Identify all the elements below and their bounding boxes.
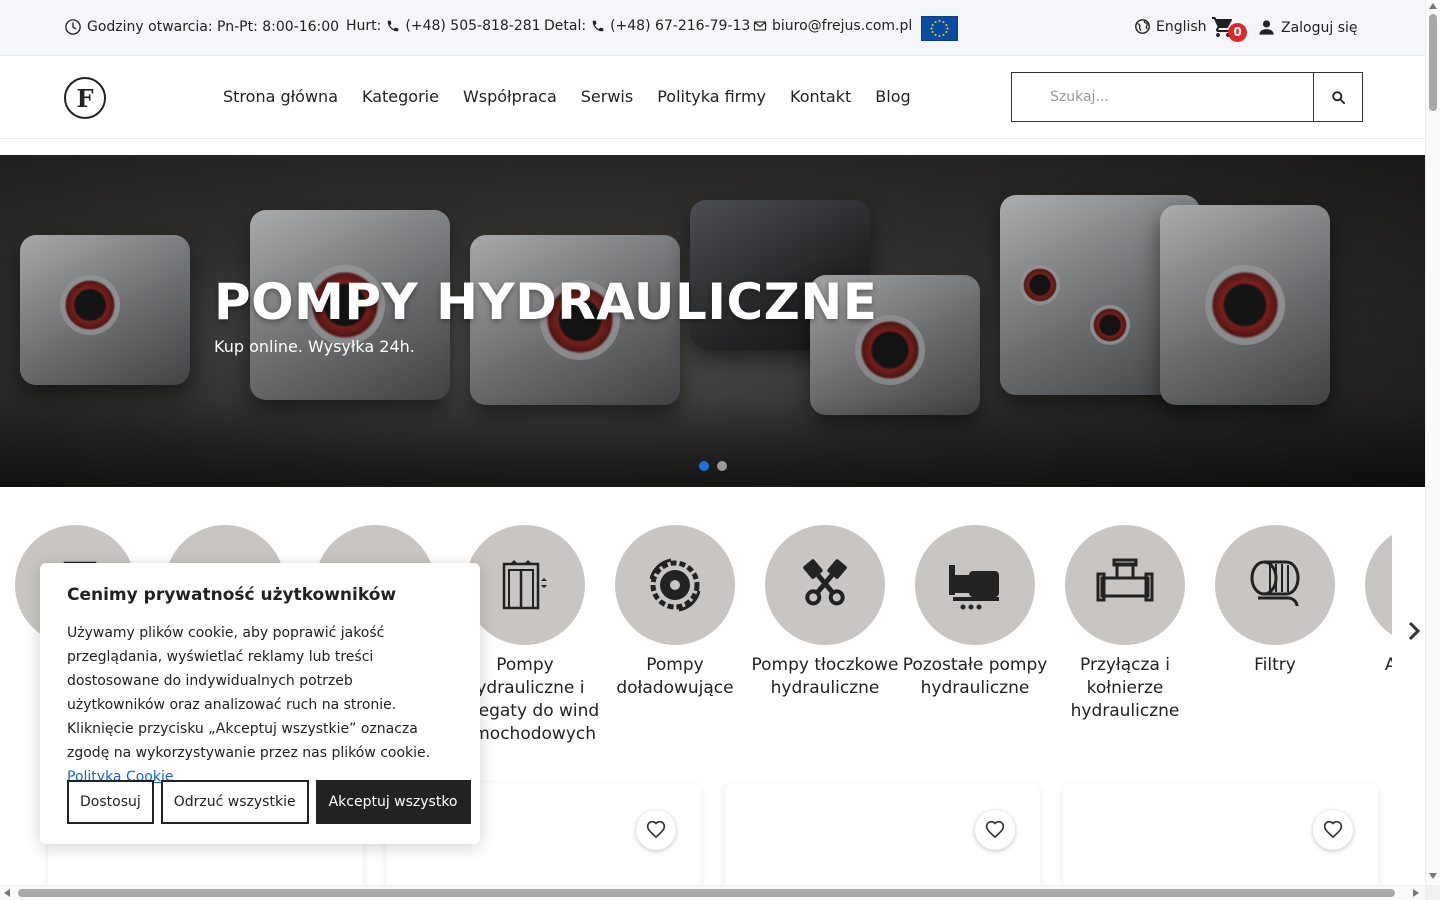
- retail-contact[interactable]: Detal: (+48) 67-216-79-13: [544, 18, 750, 34]
- product-card[interactable]: [1063, 783, 1378, 900]
- phone-icon: [592, 20, 604, 32]
- opening-hours: Godziny otwarcia: Pn-Pt: 8:00-16:00: [64, 18, 339, 36]
- nav-contact[interactable]: Kontakt: [790, 87, 851, 106]
- category-label: Filtry: [1254, 655, 1296, 675]
- pistons-icon: [803, 559, 847, 606]
- email-link[interactable]: biuro@frejus.com.pl: [753, 18, 912, 34]
- nav-company-policy[interactable]: Polityka firmy: [657, 87, 766, 106]
- wholesale-contact[interactable]: Hurt: (+48) 505-818-281: [346, 18, 541, 34]
- category-item[interactable]: Pozostałe pompy hydrauliczne: [900, 525, 1050, 700]
- heart-icon: [985, 820, 1005, 839]
- search-icon: [1331, 90, 1345, 104]
- search-input[interactable]: [1012, 73, 1313, 121]
- category-item[interactable]: Przyłącza i kołnierze hydrauliczne: [1050, 525, 1200, 723]
- scroll-left-arrow-icon[interactable]: [4, 889, 10, 897]
- cookie-text: Używamy plików cookie, aby poprawić jako…: [67, 621, 453, 789]
- motor-pump-icon: [949, 565, 999, 610]
- eu-flag-icon: [921, 16, 958, 41]
- hero-title: POMPY HYDRAULICZNE: [214, 273, 878, 331]
- favorite-button[interactable]: [1313, 810, 1353, 850]
- category-icon: [1365, 525, 1392, 645]
- nav-home[interactable]: Strona główna: [223, 87, 338, 106]
- heart-icon: [646, 820, 666, 839]
- cookie-text-body: Używamy plików cookie, aby poprawić jako…: [67, 625, 431, 761]
- hero-slider[interactable]: POMPY HYDRAULICZNE Kup online. Wysyłka 2…: [0, 155, 1425, 487]
- login-link[interactable]: Zaloguj się: [1257, 18, 1358, 37]
- horizontal-scrollbar[interactable]: [0, 885, 1425, 900]
- cart-count-badge: 0: [1228, 23, 1247, 42]
- nav-cooperation[interactable]: Współpraca: [463, 87, 557, 106]
- clock-icon: [65, 19, 81, 35]
- filter-icon: [1250, 560, 1300, 607]
- category-label: Ak hy me: [1384, 655, 1392, 675]
- slider-dot-1[interactable]: [699, 461, 709, 471]
- turbo-icon: [649, 558, 701, 612]
- user-icon: [1259, 20, 1274, 35]
- top-info-bar: Godziny otwarcia: Pn-Pt: 8:00-16:00 Hurt…: [0, 0, 1425, 56]
- cookie-title: Cenimy prywatność użytkowników: [67, 585, 397, 605]
- scroll-up-arrow-icon[interactable]: [1429, 3, 1437, 9]
- main-navigation: Strona główna Kategorie Współpraca Serwi…: [223, 87, 911, 106]
- language-switcher[interactable]: English: [1134, 18, 1207, 35]
- category-item[interactable]: Pompy doładowujące: [600, 525, 750, 700]
- phone-icon: [388, 20, 399, 32]
- product-card[interactable]: [725, 783, 1040, 900]
- slider-dots: [699, 461, 727, 471]
- cookie-consent-dialog: Cenimy prywatność użytkowników Używamy p…: [40, 563, 480, 844]
- slider-dot-2[interactable]: [717, 461, 727, 471]
- nav-service[interactable]: Serwis: [581, 87, 633, 106]
- favorite-button[interactable]: [975, 810, 1015, 850]
- wholesale-label: Hurt:: [346, 18, 382, 34]
- language-label: English: [1156, 18, 1207, 35]
- hero-subtitle: Kup online. Wysyłka 24h.: [214, 337, 415, 356]
- pipe-fitting-icon: [1096, 558, 1154, 602]
- category-label: Przyłącza i kołnierze hydrauliczne: [1070, 655, 1180, 721]
- login-label: Zaloguj się: [1281, 19, 1358, 36]
- category-label: Pozostałe pompy hydrauliczne: [902, 655, 1048, 698]
- nav-categories[interactable]: Kategorie: [362, 87, 439, 106]
- main-header: F Strona główna Kategorie Współpraca Ser…: [0, 56, 1425, 139]
- favorite-button[interactable]: [636, 810, 676, 850]
- category-item[interactable]: Pompy tłoczkowe hydrauliczne: [750, 525, 900, 700]
- cookie-buttons: Dostosuj Odrzuć wszystkie Akceptuj wszys…: [67, 780, 471, 824]
- vertical-scroll-thumb[interactable]: [1429, 14, 1437, 111]
- logo-letter: F: [76, 83, 94, 113]
- search-button[interactable]: [1313, 73, 1362, 121]
- category-item[interactable]: Ak hy me: [1350, 525, 1392, 677]
- search-bar: [1011, 72, 1363, 122]
- globe-icon: [1135, 19, 1150, 34]
- reject-all-button[interactable]: Odrzuć wszystkie: [160, 780, 309, 824]
- wholesale-phone: (+48) 505-818-281: [405, 18, 541, 34]
- heart-icon: [1323, 820, 1343, 839]
- scroll-right-arrow-icon[interactable]: [1413, 889, 1419, 897]
- horizontal-scroll-thumb[interactable]: [18, 889, 1395, 897]
- chevron-right-icon[interactable]: [1405, 620, 1425, 642]
- category-label: Pompy tłoczkowe hydrauliczne: [751, 655, 899, 698]
- accept-all-button[interactable]: Akceptuj wszystko: [315, 780, 471, 824]
- email-text: biuro@frejus.com.pl: [772, 18, 913, 34]
- vertical-scrollbar[interactable]: [1425, 0, 1440, 885]
- nav-blog[interactable]: Blog: [875, 87, 910, 106]
- category-label: Pompy doładowujące: [616, 655, 734, 698]
- scrollbar-corner: [1425, 885, 1440, 900]
- elevator-icon: [502, 560, 547, 610]
- customize-button[interactable]: Dostosuj: [67, 780, 154, 824]
- opening-hours-text: Godziny otwarcia: Pn-Pt: 8:00-16:00: [87, 19, 340, 35]
- mail-icon: [753, 21, 767, 31]
- category-item[interactable]: Filtry: [1200, 525, 1350, 677]
- scroll-down-arrow-icon[interactable]: [1429, 873, 1437, 879]
- retail-phone: (+48) 67-216-79-13: [610, 18, 751, 34]
- company-logo[interactable]: F: [64, 77, 106, 119]
- retail-label: Detal:: [544, 18, 587, 34]
